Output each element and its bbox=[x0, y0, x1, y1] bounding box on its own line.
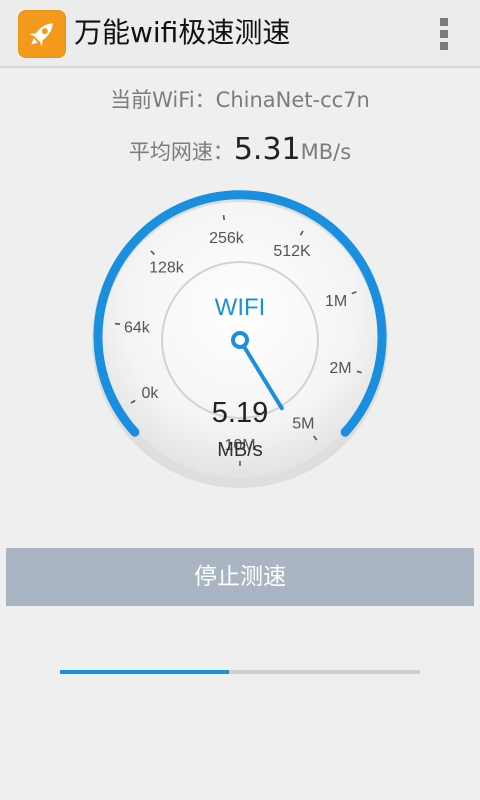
app-title: 万能wifi极速测速 bbox=[74, 16, 291, 49]
gauge-tick-label: 1M bbox=[325, 293, 347, 310]
stop-test-button[interactable]: 停止测速 bbox=[6, 548, 474, 606]
average-speed-unit: MB/s bbox=[300, 140, 352, 164]
gauge-tick-label: 512K bbox=[273, 243, 311, 260]
current-wifi: 当前WiFi：ChinaNet-cc7n bbox=[0, 84, 480, 114]
gauge-tick bbox=[222, 214, 225, 221]
overflow-menu-icon[interactable] bbox=[434, 16, 454, 52]
gauge-tick bbox=[114, 322, 121, 325]
gauge-tick-label: 64k bbox=[124, 319, 151, 336]
current-wifi-name: ChinaNet-cc7n bbox=[215, 88, 370, 112]
gauge-tick-label: 128k bbox=[149, 259, 185, 276]
gauge-hub bbox=[231, 331, 249, 349]
test-progress-bar bbox=[60, 670, 420, 674]
gauge-tick-label: 5M bbox=[292, 416, 314, 433]
rocket-icon bbox=[18, 10, 66, 58]
gauge-label: WIFI bbox=[215, 294, 266, 321]
average-speed-label: 平均网速： bbox=[128, 140, 234, 164]
gauge-tick-label: 0k bbox=[141, 385, 159, 402]
title-bar: 万能wifi极速测速 bbox=[0, 0, 480, 68]
speed-gauge: 0k 64k 128k 256k 512K 1M 2M 5M 10M WIFI 5.19 MB/… bbox=[90, 190, 390, 490]
average-speed-value: 5.31 bbox=[233, 132, 301, 167]
gauge-speed-value: 5.19 bbox=[212, 397, 268, 429]
gauge-tick-label: 2M bbox=[329, 360, 351, 377]
gauge-tick-label: 256k bbox=[209, 230, 245, 247]
average-speed: 平均网速：5.31MB/s bbox=[0, 132, 480, 172]
current-wifi-label: 当前WiFi： bbox=[110, 88, 216, 112]
gauge-speed-unit: MB/s bbox=[217, 439, 263, 461]
test-progress-fill bbox=[60, 670, 230, 674]
